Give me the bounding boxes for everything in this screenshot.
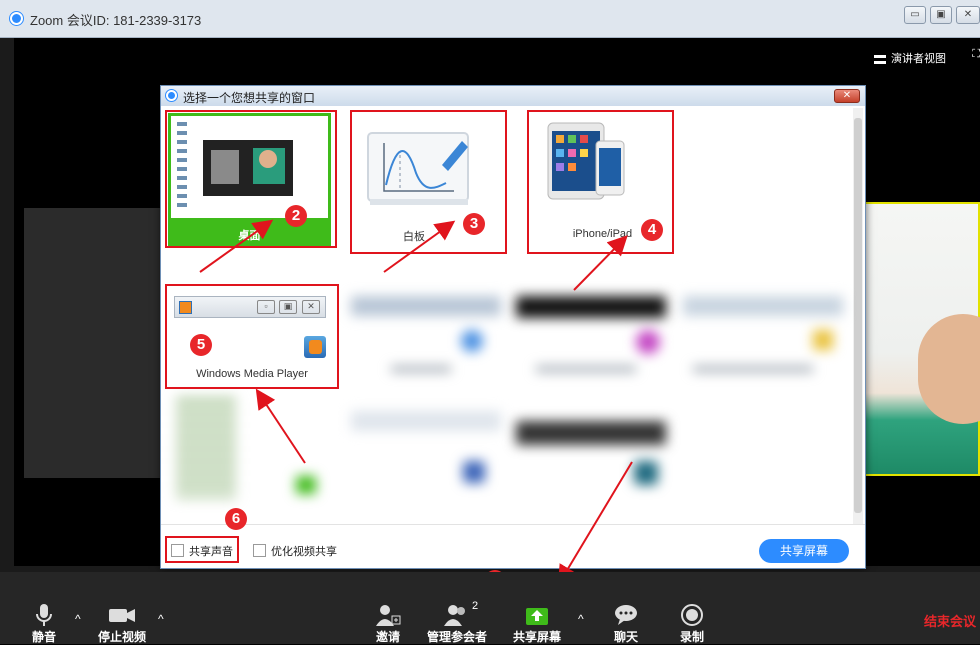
video-options-chevron-icon[interactable]: ^ (158, 612, 164, 626)
arrow-to-share (557, 461, 633, 586)
stop-video-button[interactable]: 停止视频 (90, 572, 154, 644)
invite-label: 邀请 (375, 630, 400, 644)
arrow-to-whiteboard (383, 220, 456, 273)
record-button[interactable]: 录制 (672, 572, 712, 644)
step-badge-4: 4 (641, 219, 663, 241)
add-user-icon (376, 605, 401, 626)
audio-options-chevron-icon[interactable]: ^ (75, 612, 81, 626)
participants-icon (444, 605, 465, 626)
chat-button[interactable]: 聊天 (606, 572, 646, 644)
arrow-to-desktop (199, 219, 274, 273)
participants-button[interactable]: 2 管理参会者 (424, 572, 490, 644)
invite-button[interactable]: 邀请 (368, 572, 408, 644)
camera-icon (109, 609, 135, 622)
share-screen-icon (526, 608, 548, 625)
zoom-window: Zoom 会议ID: 181-2339-3173 ▭ ▣ ✕ 演讲者视图 ⛶ 选… (0, 0, 980, 644)
share-screen-toolbar-button[interactable]: 共享屏幕 (509, 572, 565, 644)
mute-button[interactable]: 静音 (24, 572, 64, 644)
chat-icon (615, 605, 637, 625)
record-icon (681, 604, 703, 626)
chat-label: 聊天 (613, 630, 638, 644)
stop-video-label: 停止视频 (97, 630, 146, 644)
participants-count: 2 (472, 600, 479, 612)
end-meeting-button[interactable]: 结束会议 (924, 611, 976, 630)
step-badge-5: 5 (190, 334, 212, 356)
step-badge-2: 2 (285, 205, 307, 227)
meeting-toolbar: 静音 ^ 停止视频 ^ 邀请 2 管理参会者 共享屏幕 ^ 聊天 录制 结束会议 (0, 572, 980, 644)
arrow-to-wmp (255, 388, 306, 464)
share-options-chevron-icon[interactable]: ^ (578, 612, 584, 626)
microphone-icon (36, 604, 52, 626)
step-badge-6: 6 (225, 508, 247, 530)
mute-label: 静音 (31, 630, 56, 644)
arrow-to-iphone (573, 235, 628, 291)
record-label: 录制 (679, 630, 704, 644)
share-screen-label: 共享屏幕 (512, 630, 561, 644)
annotation-arrows (199, 219, 633, 586)
participants-label: 管理参会者 (426, 630, 487, 644)
step-badge-3: 3 (463, 213, 485, 235)
